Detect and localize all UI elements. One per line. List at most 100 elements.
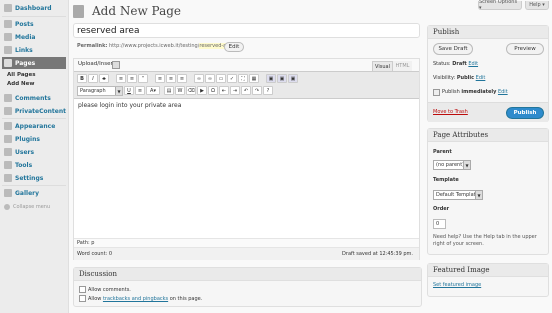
tab-html[interactable]: HTML: [393, 61, 412, 71]
chevron-down-icon: ▼: [115, 87, 122, 95]
justify-icon[interactable]: ≡: [135, 86, 145, 95]
blockquote-icon[interactable]: “: [138, 74, 148, 83]
admin-sidebar: Dashboard Posts Media Links Pages All Pa…: [0, 0, 69, 313]
menu-media[interactable]: Media: [2, 31, 66, 43]
schedule-row: Publish immediately Edit: [433, 89, 508, 96]
editor-content[interactable]: please login into your private area: [78, 102, 181, 109]
format-select[interactable]: Paragraph ▼: [77, 86, 123, 96]
allow-pings-row[interactable]: Allow trackbacks and pingbacks on this p…: [79, 295, 202, 302]
fullscreen-icon[interactable]: ⛶: [238, 74, 248, 83]
undo-icon[interactable]: ↶: [241, 86, 251, 95]
special-character-icon[interactable]: Ω: [208, 86, 218, 95]
submenu-add-new[interactable]: Add New: [7, 81, 34, 87]
upload-media-icon[interactable]: [112, 61, 120, 69]
permalink-row: Permalink: http://www.projects.icweb.it/…: [77, 43, 237, 49]
upload-insert-label[interactable]: Upload/Insert: [78, 61, 115, 67]
menu-comments[interactable]: Comments: [2, 92, 66, 104]
editor-top-bar: [74, 59, 419, 71]
paste-text-icon[interactable]: ▤: [164, 86, 174, 95]
redo-icon[interactable]: ↷: [252, 86, 262, 95]
chevron-down-icon: ▼: [463, 161, 470, 169]
outdent-icon[interactable]: ⇤: [219, 86, 229, 95]
pages-header-icon: [73, 5, 84, 18]
screen-options-button[interactable]: Screen Options ▾: [478, 0, 522, 11]
allow-comments-checkbox[interactable]: [79, 286, 86, 293]
calendar-icon: [433, 89, 440, 96]
bullet-list-icon[interactable]: ≡: [116, 74, 126, 83]
menu-dashboard[interactable]: Dashboard: [2, 2, 66, 14]
allow-pings-checkbox[interactable]: [79, 295, 86, 302]
menu-posts[interactable]: Posts: [2, 18, 66, 30]
text-color-icon[interactable]: A▾: [146, 86, 160, 95]
editor-toolbar: B I a ≡ ≡ “ ≡ ≡ ≡ ∞ ∞ ▭ ✓ ⛶ ▦ ▣ ▣ ▣ Para…: [74, 71, 419, 99]
permalink-edit-button[interactable]: Edit: [224, 42, 244, 52]
paste-word-icon[interactable]: W: [175, 86, 185, 95]
menu-links[interactable]: Links: [2, 44, 66, 56]
media-icon: [4, 33, 12, 41]
indent-icon[interactable]: ⇥: [230, 86, 240, 95]
submenu-all-pages[interactable]: All Pages: [7, 72, 35, 78]
align-right-icon[interactable]: ≡: [177, 74, 187, 83]
collapse-icon: [4, 204, 10, 210]
set-featured-image-link[interactable]: Set featured image: [433, 282, 481, 288]
menu-appearance[interactable]: Appearance: [2, 120, 66, 132]
settings-icon: [4, 174, 12, 182]
featured-image-box: Featured Image Set featured image: [427, 263, 549, 297]
menu-privatecontent[interactable]: PrivateContent: [2, 105, 66, 117]
publish-button[interactable]: Publish: [506, 107, 544, 119]
tools-icon: [4, 161, 12, 169]
link-icon[interactable]: ∞: [194, 74, 204, 83]
parent-select[interactable]: (no parent) ▼: [433, 160, 471, 170]
menu-settings[interactable]: Settings: [2, 172, 66, 184]
kitchen-sink-icon[interactable]: ▦: [249, 74, 259, 83]
draft-saved-status: Draft saved at 12:45:39 pm.: [342, 251, 413, 257]
posts-icon: [4, 20, 12, 28]
help-icon[interactable]: ?: [263, 86, 273, 95]
remove-format-icon[interactable]: ⌫: [186, 86, 196, 95]
schedule-edit-link[interactable]: Edit: [498, 89, 508, 95]
preview-button[interactable]: Preview: [506, 43, 544, 55]
strikethrough-icon[interactable]: a: [99, 74, 109, 83]
discussion-title: Discussion: [74, 268, 421, 281]
menu-gallery[interactable]: Gallery: [2, 187, 66, 199]
menu-tools[interactable]: Tools: [2, 159, 66, 171]
parent-label: Parent: [433, 149, 452, 155]
underline-icon[interactable]: U: [124, 86, 134, 95]
collapse-menu[interactable]: Collapse menu: [2, 201, 66, 213]
title-input[interactable]: reserved area: [73, 23, 420, 38]
save-draft-button[interactable]: Save Draft: [433, 43, 473, 55]
allow-comments-row[interactable]: Allow comments.: [79, 286, 131, 293]
links-icon: [4, 46, 12, 54]
help-button[interactable]: Help ▾: [525, 1, 549, 10]
insert-media-icon[interactable]: ▶: [197, 86, 207, 95]
more-tag-icon[interactable]: ▭: [216, 74, 226, 83]
template-select[interactable]: Default Template ▼: [433, 190, 483, 200]
numbered-list-icon[interactable]: ≡: [127, 74, 137, 83]
visibility-edit-link[interactable]: Edit: [476, 75, 486, 81]
order-input[interactable]: 0: [433, 219, 446, 229]
trackbacks-link[interactable]: trackbacks and pingbacks: [103, 296, 168, 302]
comments-icon: [4, 94, 12, 102]
menu-pages[interactable]: Pages: [2, 57, 66, 69]
page-attributes-box: Page Attributes Parent (no parent) ▼ Temp…: [427, 128, 549, 255]
status-edit-link[interactable]: Edit: [468, 61, 478, 67]
attributes-help-text: Need help? Use the Help tab in the upper…: [433, 234, 537, 247]
align-center-icon[interactable]: ≡: [166, 74, 176, 83]
unlink-icon[interactable]: ∞: [205, 74, 215, 83]
italic-icon[interactable]: I: [88, 74, 98, 83]
move-to-trash-link[interactable]: Move to Trash: [433, 109, 468, 115]
order-label: Order: [433, 206, 450, 212]
menu-plugins[interactable]: Plugins: [2, 133, 66, 145]
insert-gallery-icon[interactable]: ▣: [277, 74, 287, 83]
pages-icon: [4, 59, 12, 67]
dashboard-icon: [4, 4, 12, 12]
spellcheck-icon[interactable]: ✓: [227, 74, 237, 83]
insert-content-icon[interactable]: ▣: [288, 74, 298, 83]
bold-icon[interactable]: B: [77, 74, 87, 83]
insert-image-icon[interactable]: ▣: [266, 74, 276, 83]
menu-users[interactable]: Users: [2, 146, 66, 158]
visibility-row: Visibility: Public Edit: [433, 75, 486, 81]
discussion-box: Discussion Allow comments. Allow trackba…: [73, 267, 422, 307]
publish-title: Publish: [428, 26, 548, 39]
align-left-icon[interactable]: ≡: [155, 74, 165, 83]
